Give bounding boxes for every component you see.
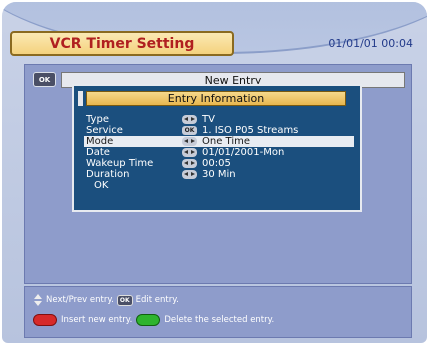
tv-screen: VCR Timer Setting 01/01/01 00:04 OK New … — [2, 2, 427, 343]
ok-icon: OK — [182, 126, 197, 135]
help-text: Insert new entry. — [61, 315, 133, 325]
field-row-mode[interactable]: Mode One Time — [74, 136, 360, 147]
field-label: Duration — [86, 169, 130, 180]
dialog-title: Entry Information — [86, 91, 346, 106]
ok-icon: OK — [116, 294, 133, 306]
dialog-marker — [78, 91, 83, 106]
up-down-arrows-icon — [33, 294, 43, 306]
ok-button-label: OK — [94, 180, 109, 191]
red-key-icon — [33, 314, 57, 326]
left-right-arrows-icon — [182, 115, 197, 124]
field-value: 30 Min — [202, 169, 236, 180]
field-row-date[interactable]: Date 01/01/2001-Mon — [74, 147, 360, 158]
field-row-duration[interactable]: Duration 30 Min — [74, 169, 360, 180]
field-value: 1. ISO P05 Streams — [202, 125, 299, 136]
entry-field-list: Type TV Service OK 1. ISO P05 Streams Mo… — [74, 114, 360, 191]
help-text: Next/Prev entry. — [46, 295, 114, 305]
field-value: One Time — [202, 136, 251, 147]
help-text: Edit entry. — [135, 295, 179, 305]
help-text: Delete the selected entry. — [164, 315, 275, 325]
field-row-service[interactable]: Service OK 1. ISO P05 Streams — [74, 125, 360, 136]
ok-button[interactable]: OK — [74, 180, 360, 191]
page-title: VCR Timer Setting — [10, 31, 234, 56]
field-value: 00:05 — [202, 158, 231, 169]
ok-icon[interactable]: OK — [33, 72, 56, 87]
field-label: Service — [86, 125, 123, 136]
entry-information-dialog: Entry Information Type TV Service OK 1. … — [72, 84, 362, 212]
green-key-icon — [136, 314, 161, 326]
field-row-type[interactable]: Type TV — [74, 114, 360, 125]
left-right-arrows-icon — [182, 137, 197, 146]
field-label: Mode — [86, 136, 114, 147]
field-value: TV — [202, 114, 215, 125]
field-label: Wakeup Time — [86, 158, 154, 169]
help-line-color-keys: Insert new entry. Delete the selected en… — [33, 313, 274, 327]
field-label: Type — [86, 114, 109, 125]
help-line-navigation: Next/Prev entry. OK Edit entry. — [33, 293, 179, 307]
field-value: 01/01/2001-Mon — [202, 147, 285, 158]
left-right-arrows-icon — [182, 148, 197, 157]
left-right-arrows-icon — [182, 170, 197, 179]
clock-display: 01/01/01 00:04 — [328, 37, 413, 50]
left-right-arrows-icon — [182, 159, 197, 168]
field-row-wakeup-time[interactable]: Wakeup Time 00:05 — [74, 158, 360, 169]
help-panel: Next/Prev entry. OK Edit entry. Insert n… — [24, 286, 412, 338]
field-label: Date — [86, 147, 110, 158]
